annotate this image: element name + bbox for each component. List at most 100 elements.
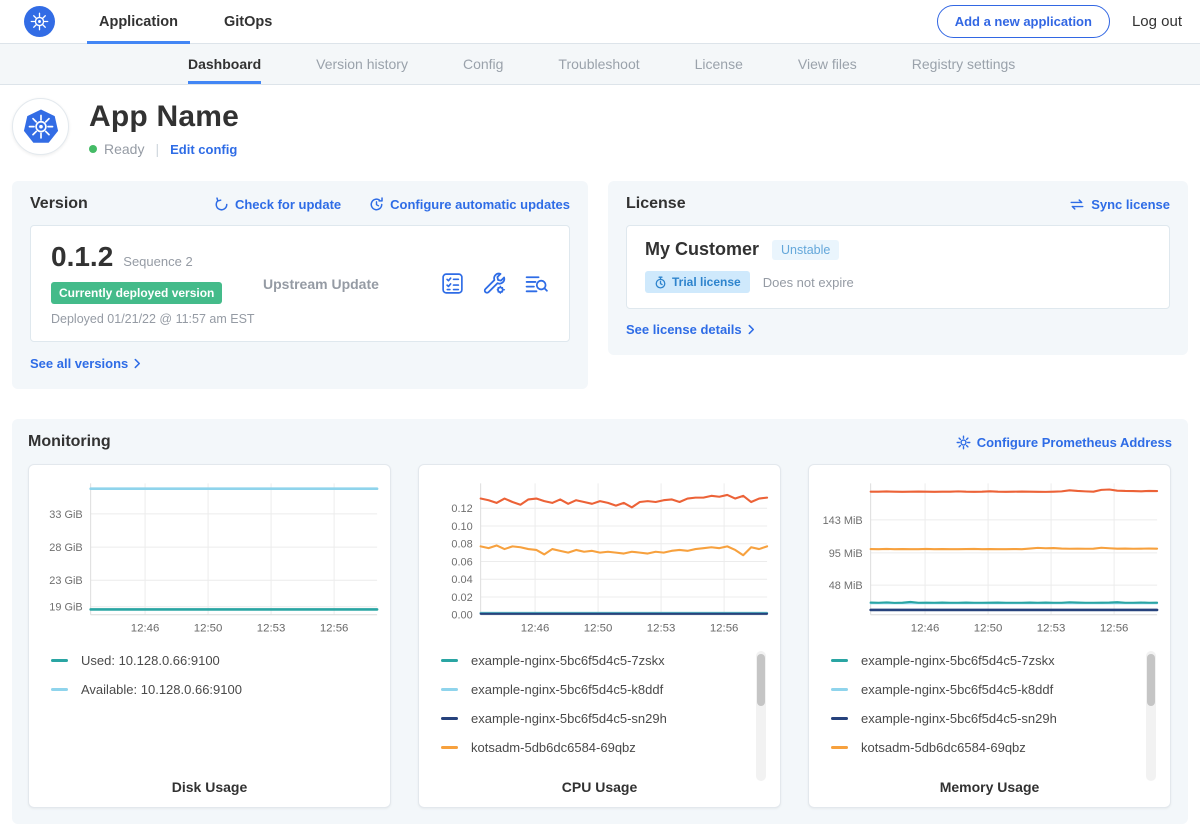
tab-version-history[interactable]: Version history [316,44,408,84]
legend-label: Used: 10.128.0.66:9100 [81,653,220,668]
legend-swatch [51,659,68,662]
customer-name: My Customer [645,239,759,260]
topnav-tab-application[interactable]: Application [87,0,190,44]
legend-scrollbar-thumb[interactable] [757,654,765,706]
legend-swatch [441,717,458,720]
topnav-tab-gitops[interactable]: GitOps [212,0,284,44]
svg-text:143 MiB: 143 MiB [823,515,863,527]
legend-item: example-nginx-5bc6f5d4c5-7zskx [441,653,750,668]
channel-badge: Unstable [772,240,839,260]
logout-link[interactable]: Log out [1132,13,1182,30]
legend-swatch [831,659,848,662]
svg-text:48 MiB: 48 MiB [829,580,863,592]
divider: | [155,141,159,157]
configure-automatic-updates-link[interactable]: Configure automatic updates [369,197,570,212]
cpu-usage-legend: example-nginx-5bc6f5d4c5-7zskx example-ng… [441,653,750,773]
legend-item: example-nginx-5bc6f5d4c5-7zskx [831,653,1140,668]
legend-label: example-nginx-5bc6f5d4c5-7zskx [471,653,665,668]
see-license-details-link[interactable]: See license details [626,322,755,337]
refresh-icon [214,197,229,212]
svg-text:28 GiB: 28 GiB [49,542,82,554]
legend-label: example-nginx-5bc6f5d4c5-sn29h [471,711,667,726]
trial-license-label: Trial license [672,275,741,289]
topnav-tab-label: Application [99,14,178,30]
legend-swatch [51,688,68,691]
app-avatar [12,98,69,155]
kubernetes-logo[interactable] [24,6,55,37]
legend-swatch [441,659,458,662]
svg-text:12:46: 12:46 [911,623,940,635]
see-all-versions-link[interactable]: See all versions [30,356,141,371]
svg-text:12:56: 12:56 [1100,623,1129,635]
diff-view-icon[interactable] [524,271,549,296]
sync-license-link[interactable]: Sync license [1069,197,1170,212]
chart-title: Memory Usage [809,773,1170,795]
legend-label: example-nginx-5bc6f5d4c5-k8ddf [471,682,663,697]
check-for-update-label: Check for update [235,197,341,212]
legend-item: kotsadm-5db6dc6584-69qbz [831,740,1140,755]
legend-scrollbar[interactable] [756,651,766,781]
sequence-label: Sequence 2 [123,254,192,269]
see-license-details-label: See license details [626,322,742,337]
trial-license-badge: Trial license [645,271,750,293]
add-new-application-button[interactable]: Add a new application [937,5,1110,38]
svg-text:12:56: 12:56 [710,623,739,635]
deployed-badge: Currently deployed version [51,282,222,304]
legend-item: Available: 10.128.0.66:9100 [51,682,360,697]
status-dot [89,145,97,153]
memory-usage-card: 48 MiB95 MiB143 MiB12:4612:5012:5312:56 … [808,464,1171,808]
tab-dashboard[interactable]: Dashboard [188,44,261,84]
tab-registry-settings[interactable]: Registry settings [912,44,1015,84]
svg-text:12:56: 12:56 [320,623,349,635]
edit-config-link[interactable]: Edit config [170,142,237,157]
expiry-text: Does not expire [763,275,854,290]
svg-text:12:46: 12:46 [131,623,160,635]
svg-text:12:53: 12:53 [647,623,676,635]
legend-swatch [441,688,458,691]
legend-label: example-nginx-5bc6f5d4c5-k8ddf [861,682,1053,697]
check-for-update-link[interactable]: Check for update [214,197,341,212]
tab-view-files[interactable]: View files [798,44,857,84]
chevron-right-icon [748,324,755,335]
cpu-usage-chart: 0.000.020.040.060.080.100.1212:4612:5012… [419,473,780,645]
version-card: Version Check for update [12,181,588,389]
tab-troubleshoot[interactable]: Troubleshoot [558,44,639,84]
configure-prometheus-label: Configure Prometheus Address [977,435,1172,450]
gear-icon [956,435,971,450]
version-source-label: Upstream Update [263,276,440,292]
svg-text:0.00: 0.00 [451,610,472,622]
legend-label: example-nginx-5bc6f5d4c5-sn29h [861,711,1057,726]
tab-license[interactable]: License [695,44,743,84]
clock-refresh-icon [369,197,384,212]
legend-item: example-nginx-5bc6f5d4c5-sn29h [831,711,1140,726]
svg-text:12:46: 12:46 [521,623,550,635]
svg-text:0.02: 0.02 [451,592,472,604]
status-text: Ready [104,141,144,157]
kubernetes-app-icon [20,106,62,148]
svg-text:19 GiB: 19 GiB [49,602,82,614]
disk-usage-chart: 19 GiB23 GiB28 GiB33 GiB12:4612:5012:531… [29,473,390,645]
configure-automatic-updates-label: Configure automatic updates [390,197,570,212]
legend-label: example-nginx-5bc6f5d4c5-7zskx [861,653,1055,668]
legend-scrollbar-thumb[interactable] [1147,654,1155,706]
legend-label: kotsadm-5db6dc6584-69qbz [861,740,1026,755]
license-card: License Sync license My Customer Unstabl… [608,181,1188,355]
legend-swatch [831,688,848,691]
svg-text:33 GiB: 33 GiB [49,509,82,521]
app-tabs-bar: Dashboard Version history Config Trouble… [0,44,1200,85]
svg-text:0.08: 0.08 [451,539,472,551]
svg-text:0.12: 0.12 [451,503,472,515]
configure-prometheus-link[interactable]: Configure Prometheus Address [956,435,1172,450]
legend-item: Used: 10.128.0.66:9100 [51,653,360,668]
chevron-right-icon [134,358,141,369]
tab-config[interactable]: Config [463,44,503,84]
svg-text:12:50: 12:50 [974,623,1003,635]
legend-scrollbar[interactable] [1146,651,1156,781]
monitoring-card: Monitoring Configure Prometheus Address … [12,419,1188,824]
edit-config-wrench-icon[interactable] [482,271,507,296]
preflight-checks-icon[interactable] [440,271,465,296]
svg-text:0.06: 0.06 [451,556,472,568]
topnav-tab-label: GitOps [224,14,272,30]
version-card-title: Version [30,195,88,213]
svg-text:12:50: 12:50 [194,623,223,635]
